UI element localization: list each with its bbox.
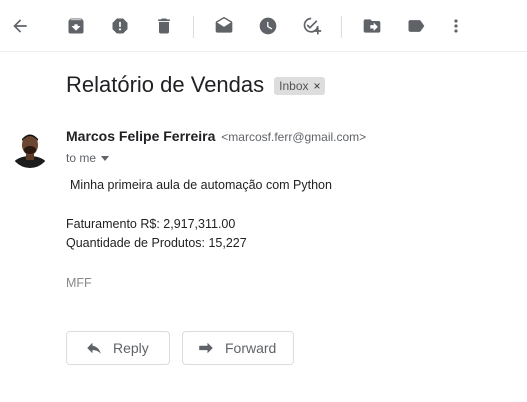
toolbar-divider: [193, 16, 194, 38]
more-icon[interactable]: [444, 14, 468, 38]
forward-icon: [199, 342, 213, 354]
reply-label: Reply: [113, 340, 149, 356]
sender-line: Marcos Felipe Ferreira <marcosf.ferr@gma…: [66, 128, 366, 144]
delete-icon[interactable]: [152, 14, 176, 38]
toolbar-divider: [341, 16, 342, 38]
forward-label: Forward: [225, 340, 277, 356]
label-chip-text: Inbox: [279, 79, 309, 93]
toolbar: [0, 0, 527, 52]
sender-name[interactable]: Marcos Felipe Ferreira: [66, 128, 215, 144]
reply-icon: [87, 342, 101, 354]
label-icon[interactable]: [404, 14, 428, 38]
sender-email: <marcosf.ferr@gmail.com>: [221, 130, 367, 144]
body-line: Faturamento R$: 2,917,311.00: [66, 217, 236, 231]
recipients-toggle[interactable]: to me: [66, 151, 110, 165]
chevron-down-icon: [101, 155, 110, 161]
reply-button[interactable]: Reply: [66, 331, 170, 365]
inbox-label-chip[interactable]: Inbox ×: [274, 77, 325, 95]
snooze-icon[interactable]: [256, 14, 280, 38]
recipients-text: to me: [66, 151, 97, 165]
subject-row: Relatório de Vendas Inbox ×: [66, 72, 325, 98]
mark-unread-icon[interactable]: [212, 14, 236, 38]
back-arrow-icon[interactable]: [8, 14, 32, 38]
report-spam-icon[interactable]: [108, 14, 132, 38]
signature: MFF: [66, 276, 92, 290]
forward-button[interactable]: Forward: [182, 331, 294, 365]
avatar: [10, 128, 50, 168]
remove-label-icon[interactable]: ×: [314, 79, 321, 93]
email-subject: Relatório de Vendas: [66, 72, 265, 97]
body-line: Minha primeira aula de automação com Pyt…: [70, 178, 332, 192]
move-to-icon[interactable]: [360, 14, 384, 38]
add-to-tasks-icon[interactable]: [300, 14, 324, 38]
archive-icon[interactable]: [64, 14, 88, 38]
body-line: Quantidade de Produtos: 15,227: [66, 236, 247, 250]
